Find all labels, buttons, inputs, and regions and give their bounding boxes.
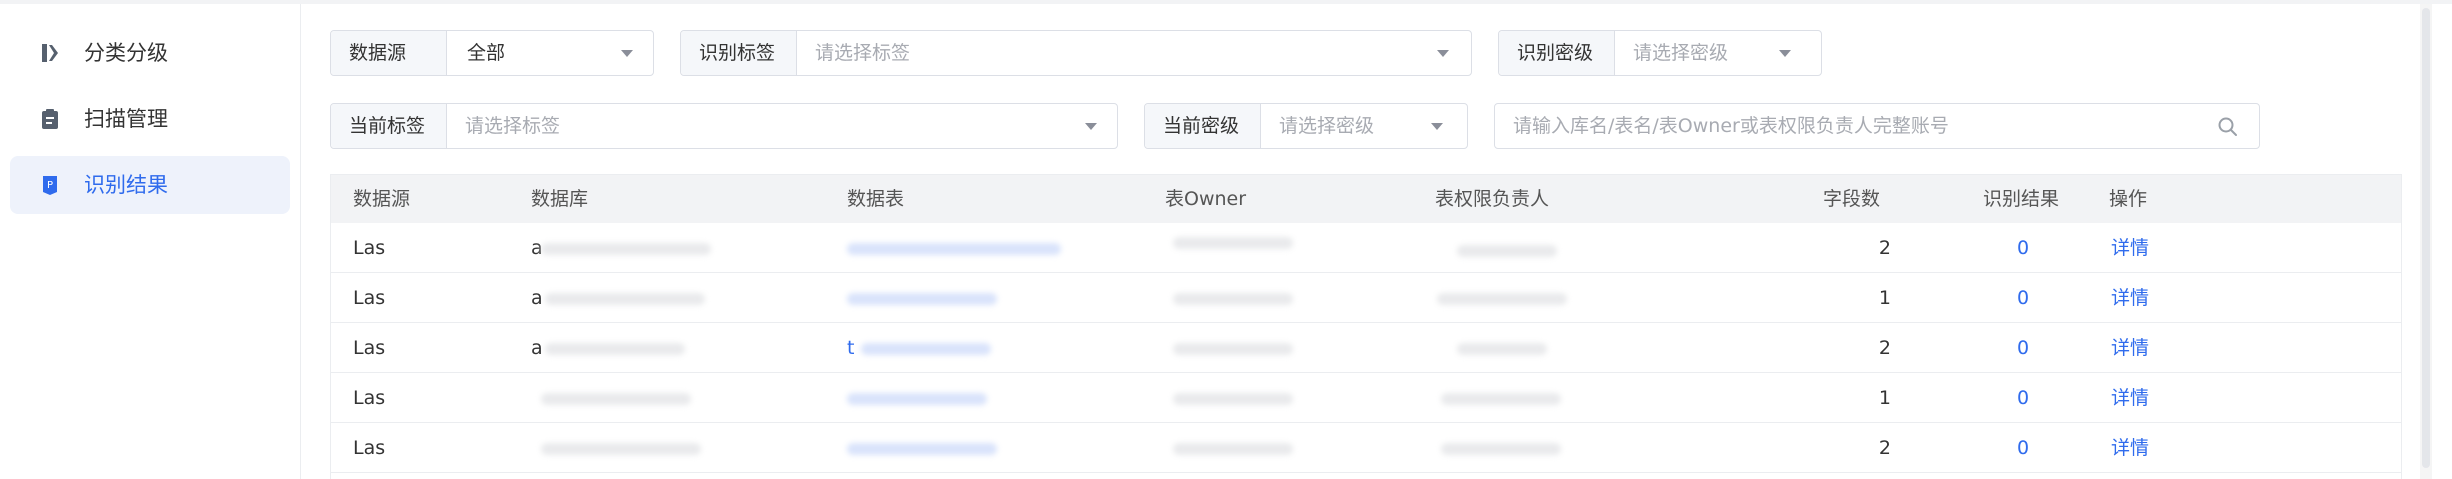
redacted-owner	[1173, 237, 1293, 249]
field-count-value: 1	[1878, 287, 1891, 309]
cell-database: a	[531, 287, 543, 309]
page-scrollbar-thumb[interactable]	[2422, 8, 2430, 468]
details-link[interactable]: 详情	[2111, 423, 2149, 473]
table-row: Las a 2 0 详情	[331, 223, 2401, 273]
sidebar-item-classification[interactable]: 分类分级	[10, 24, 290, 82]
datasource-select[interactable]: 数据源 全部	[330, 30, 654, 76]
cell-source: Las	[353, 287, 386, 309]
col-header-field-count: 字段数	[1823, 188, 1881, 210]
cell-source: Las	[353, 437, 386, 459]
cell-result-link[interactable]: 0	[2017, 373, 2029, 423]
redacted-table[interactable]	[847, 443, 997, 455]
col-header-owner: 表Owner	[1165, 188, 1247, 210]
details-link[interactable]: 详情	[2111, 323, 2149, 373]
chevron-down-icon	[621, 50, 633, 57]
sidebar-item-results[interactable]: P 识别结果	[10, 156, 290, 214]
cell-source: Las	[353, 337, 386, 359]
table-row: Las 2 0 详情	[331, 423, 2401, 473]
sidebar-item-scan-management[interactable]: 扫描管理	[10, 90, 290, 148]
col-header-source: 数据源	[353, 188, 411, 210]
redacted-table[interactable]	[847, 393, 987, 405]
cell-result-link[interactable]: 0	[2017, 223, 2029, 273]
field-count-value: 2	[1878, 237, 1891, 259]
redacted-database	[541, 393, 691, 405]
redacted-permission-owner	[1441, 443, 1561, 455]
cell-source: Las	[353, 387, 386, 409]
search-icon[interactable]	[2217, 116, 2239, 138]
top-strip	[0, 0, 2452, 4]
redacted-owner	[1173, 443, 1293, 455]
cell-table-link[interactable]: t	[847, 323, 854, 373]
result-icon: P	[43, 176, 57, 195]
cell-result-link[interactable]: 0	[2017, 423, 2029, 473]
search-input[interactable]: 请输入库名/表名/表Owner或表权限负责人完整账号	[1494, 103, 2260, 149]
cell-result-link[interactable]: 0	[2017, 323, 2029, 373]
current-level-label: 当前密级	[1145, 104, 1261, 148]
recognized-level-select[interactable]: 识别密级 请选择密级	[1498, 30, 1822, 76]
sidebar: 分类分级 扫描管理 P 识别结果	[0, 4, 301, 479]
redacted-owner	[1173, 393, 1293, 405]
redacted-permission-owner	[1437, 293, 1567, 305]
redacted-database	[545, 343, 685, 355]
col-header-table: 数据表	[847, 188, 905, 210]
recognized-level-placeholder: 请选择密级	[1633, 42, 1729, 64]
svg-text:P: P	[47, 180, 53, 191]
chevron-down-icon	[1431, 123, 1443, 130]
recognized-tag-placeholder: 请选择标签	[815, 42, 911, 64]
redacted-owner	[1173, 293, 1293, 305]
redacted-permission-owner	[1457, 245, 1557, 257]
recognized-level-label: 识别密级	[1499, 31, 1615, 75]
col-header-action: 操作	[2109, 188, 2148, 210]
chevron-down-icon	[1085, 123, 1097, 130]
col-header-database: 数据库	[531, 188, 589, 210]
current-tag-select[interactable]: 当前标签 请选择标签	[330, 103, 1118, 149]
table-header: 数据源 数据库 数据表 表Owner 表权限负责人 字段数 识别结果 操作	[331, 175, 2401, 223]
table-row: Las 1 0 详情	[331, 373, 2401, 423]
cell-result-link[interactable]: 0	[2017, 273, 2029, 323]
chevron-down-icon	[1779, 50, 1791, 57]
recognized-tag-label: 识别标签	[681, 31, 797, 75]
recognized-tag-select[interactable]: 识别标签 请选择标签	[680, 30, 1472, 76]
sidebar-item-label: 分类分级	[84, 41, 168, 65]
redacted-owner	[1173, 343, 1293, 355]
search-placeholder: 请输入库名/表名/表Owner或表权限负责人完整账号	[1513, 115, 1949, 137]
results-table: 数据源 数据库 数据表 表Owner 表权限负责人 字段数 识别结果 操作 La…	[330, 174, 2402, 479]
redacted-database	[541, 243, 711, 255]
chevron-down-icon	[1437, 50, 1449, 57]
redacted-permission-owner	[1441, 393, 1561, 405]
sidebar-item-label: 扫描管理	[84, 107, 168, 131]
current-level-select[interactable]: 当前密级 请选择密级	[1144, 103, 1468, 149]
field-count-value: 1	[1878, 387, 1891, 409]
redacted-database	[545, 293, 705, 305]
current-level-placeholder: 请选择密级	[1279, 115, 1375, 137]
details-link[interactable]: 详情	[2111, 373, 2149, 423]
redacted-database	[541, 443, 701, 455]
current-tag-label: 当前标签	[331, 104, 447, 148]
sidebar-item-label: 识别结果	[84, 173, 168, 197]
table-row: Las a t 2 0 详情	[331, 323, 2401, 373]
redacted-permission-owner	[1457, 343, 1547, 355]
field-count-value: 2	[1878, 337, 1891, 359]
col-header-result: 识别结果	[1983, 188, 2060, 210]
clipboard-icon	[42, 109, 58, 129]
details-link[interactable]: 详情	[2111, 223, 2149, 273]
redacted-table[interactable]	[861, 343, 991, 355]
cell-source: Las	[353, 237, 386, 259]
col-header-permission-owner: 表权限负责人	[1435, 188, 1550, 210]
redacted-table[interactable]	[847, 243, 1061, 255]
table-row: Las a 1 0 详情	[331, 273, 2401, 323]
field-count-value: 2	[1878, 437, 1891, 459]
redacted-table[interactable]	[847, 293, 997, 305]
current-tag-placeholder: 请选择标签	[465, 115, 561, 137]
datasource-label: 数据源	[331, 31, 447, 75]
cell-database: a	[531, 337, 543, 359]
tag-icon	[42, 44, 58, 62]
details-link[interactable]: 详情	[2111, 273, 2149, 323]
datasource-value: 全部	[467, 42, 506, 64]
